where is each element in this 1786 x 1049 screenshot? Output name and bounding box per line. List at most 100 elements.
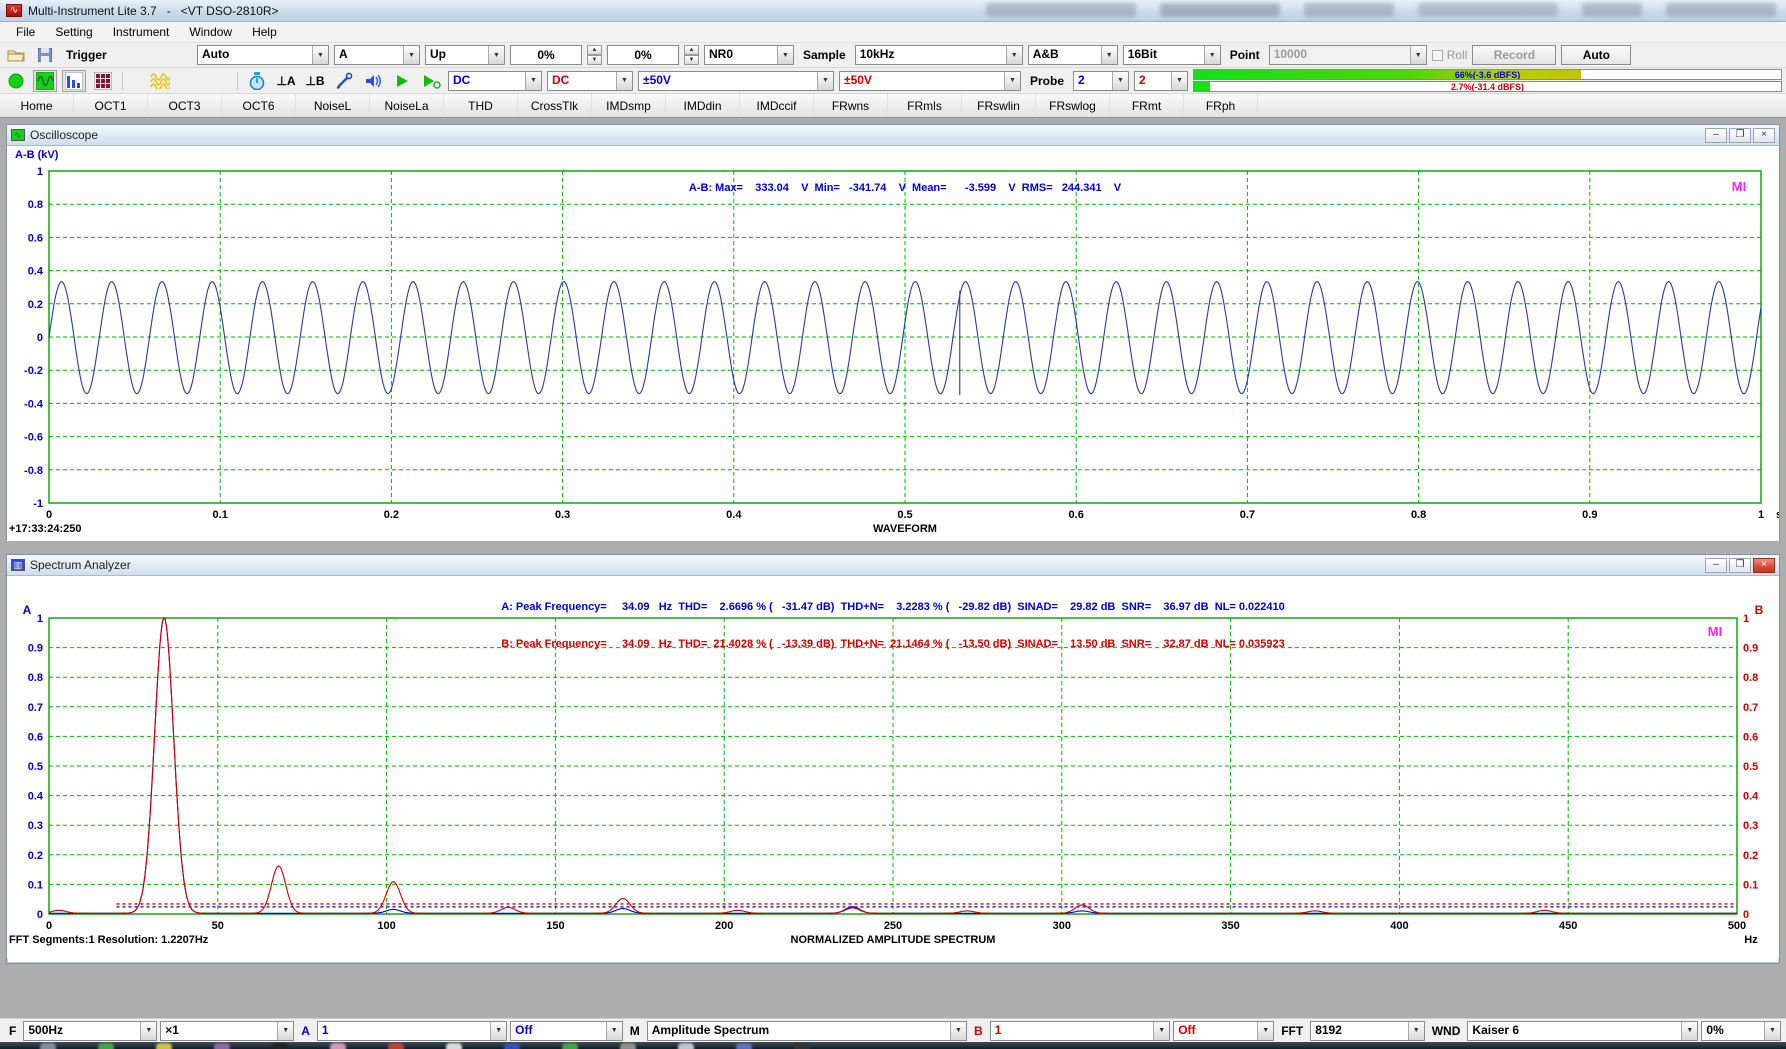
restore-button[interactable]: ❐ xyxy=(1729,128,1751,143)
dropdown-arrow-icon[interactable]: ▼ xyxy=(1764,1022,1780,1040)
taskbar-icon[interactable] xyxy=(98,1043,114,1049)
dropdown-arrow-icon[interactable]: ▼ xyxy=(1257,1022,1273,1040)
taskbar-icon[interactable] xyxy=(794,1043,810,1049)
dropdown-arrow-icon[interactable]: ▼ xyxy=(817,72,833,90)
sample-rate-combo[interactable]: 10kHz▼ xyxy=(855,45,1023,65)
signal-generator-button[interactable] xyxy=(148,70,172,92)
data-logger-button[interactable] xyxy=(91,70,115,92)
oscilloscope-button[interactable] xyxy=(33,70,57,92)
probe-a-combo[interactable]: 2▼ xyxy=(1073,71,1129,91)
b-filter-combo[interactable]: Off▼ xyxy=(1173,1021,1274,1041)
tab-frswlog[interactable]: FRswlog xyxy=(1036,94,1110,117)
waveform-plot[interactable]: 10.80.60.40.20-0.2-0.4-0.6-0.8-100.10.20… xyxy=(7,163,1779,538)
taskbar-icon[interactable] xyxy=(40,1043,56,1049)
spin-up-icon[interactable]: ▲ xyxy=(684,45,699,55)
channels-combo[interactable]: A&B▼ xyxy=(1028,45,1118,65)
tab-frmt[interactable]: FRmt xyxy=(1110,94,1184,117)
sound-output-button[interactable] xyxy=(361,70,385,92)
taskbar-icon[interactable] xyxy=(678,1043,694,1049)
trigger-delay-field[interactable]: 0% xyxy=(607,45,679,65)
range-a-combo[interactable]: ±50V▼ xyxy=(638,71,834,91)
close-button[interactable]: × xyxy=(1753,558,1775,573)
trigger-edge-combo[interactable]: Up▼ xyxy=(425,45,505,65)
dropdown-arrow-icon[interactable]: ▼ xyxy=(490,1022,506,1040)
tab-home[interactable]: Home xyxy=(0,94,74,117)
dropdown-arrow-icon[interactable]: ▼ xyxy=(1681,1022,1697,1040)
fft-size-combo[interactable]: 8192▼ xyxy=(1310,1021,1425,1041)
run-indicator[interactable] xyxy=(4,70,28,92)
dropdown-arrow-icon[interactable]: ▼ xyxy=(488,46,504,64)
open-file-button[interactable] xyxy=(4,44,28,66)
dropdown-arrow-icon[interactable]: ▼ xyxy=(1153,1022,1169,1040)
tab-imddin[interactable]: IMDdin xyxy=(666,94,740,117)
menu-window[interactable]: Window xyxy=(179,23,242,41)
taskbar-icon[interactable] xyxy=(330,1043,346,1049)
spin-down-icon[interactable]: ▼ xyxy=(684,55,699,65)
hold-run-button[interactable] xyxy=(245,70,269,92)
taskbar-icon[interactable] xyxy=(504,1043,520,1049)
trigger-level-spinner[interactable]: ▲▼ xyxy=(587,45,602,65)
menu-file[interactable]: File xyxy=(6,23,45,41)
dropdown-arrow-icon[interactable]: ▼ xyxy=(777,46,793,64)
coupling-a-combo[interactable]: DC▼ xyxy=(448,71,542,91)
dropdown-arrow-icon[interactable]: ▼ xyxy=(277,1022,293,1040)
taskbar-icon[interactable] xyxy=(562,1043,578,1049)
auto-setup-button[interactable]: Auto xyxy=(1561,45,1631,65)
spectrum-title-bar[interactable]: ▥ Spectrum Analyzer – ❐ × xyxy=(7,555,1779,576)
minimize-button[interactable]: – xyxy=(1705,128,1727,143)
restore-button[interactable]: ❐ xyxy=(1729,558,1751,573)
tab-imdccif[interactable]: IMDccif xyxy=(740,94,814,117)
tab-noisel[interactable]: NoiseL xyxy=(296,94,370,117)
menu-setting[interactable]: Setting xyxy=(45,23,102,41)
dropdown-arrow-icon[interactable]: ▼ xyxy=(403,46,419,64)
dropdown-arrow-icon[interactable]: ▼ xyxy=(616,72,632,90)
dropdown-arrow-icon[interactable]: ▼ xyxy=(1408,1022,1424,1040)
frequency-combo[interactable]: 500Hz▼ xyxy=(23,1021,157,1041)
menu-instrument[interactable]: Instrument xyxy=(103,23,180,41)
trigger-source-combo[interactable]: A▼ xyxy=(334,45,420,65)
dropdown-arrow-icon[interactable]: ▼ xyxy=(525,72,541,90)
tab-frph[interactable]: FRph xyxy=(1184,94,1258,117)
noise-rejection-combo[interactable]: NR0▼ xyxy=(704,45,794,65)
dropdown-arrow-icon[interactable]: ▼ xyxy=(606,1022,622,1040)
tab-oct6[interactable]: OCT6 xyxy=(222,94,296,117)
close-button[interactable]: × xyxy=(1753,128,1775,143)
tab-oct1[interactable]: OCT1 xyxy=(74,94,148,117)
play-button[interactable] xyxy=(390,70,414,92)
trigger-level-field[interactable]: 0% xyxy=(510,45,582,65)
taskbar-icon[interactable] xyxy=(446,1043,462,1049)
bit-depth-combo[interactable]: 16Bit▼ xyxy=(1123,45,1221,65)
taskbar-icon[interactable] xyxy=(388,1043,404,1049)
b-value-combo[interactable]: 1▼ xyxy=(990,1021,1171,1041)
taskbar-icon[interactable] xyxy=(736,1043,752,1049)
taskbar-icon[interactable] xyxy=(272,1043,288,1049)
dropdown-arrow-icon[interactable]: ▼ xyxy=(950,1022,966,1040)
dropdown-arrow-icon[interactable]: ▼ xyxy=(140,1022,156,1040)
save-button[interactable] xyxy=(33,44,57,66)
trigger-delay-spinner[interactable]: ▲▼ xyxy=(684,45,699,65)
title-bar[interactable]: ∿ Multi-Instrument Lite 3.7 - <VT DSO-28… xyxy=(0,0,1786,22)
tab-crosstlk[interactable]: CrossTlk xyxy=(518,94,592,117)
tab-oct3[interactable]: OCT3 xyxy=(148,94,222,117)
probe-a-button[interactable]: ⊥A xyxy=(274,70,298,92)
dropdown-arrow-icon[interactable]: ▼ xyxy=(1006,46,1022,64)
coupling-b-combo[interactable]: DC▼ xyxy=(547,71,633,91)
taskbar-icon[interactable] xyxy=(214,1043,230,1049)
oscilloscope-title-bar[interactable]: ∿ Oscilloscope – ❐ × xyxy=(7,125,1779,146)
multiplier-combo[interactable]: ×1▼ xyxy=(160,1021,294,1041)
spin-up-icon[interactable]: ▲ xyxy=(587,45,602,55)
tab-imdsmp[interactable]: IMDsmp xyxy=(592,94,666,117)
a-filter-combo[interactable]: Off▼ xyxy=(510,1021,623,1041)
tab-frswlin[interactable]: FRswlin xyxy=(962,94,1036,117)
tab-frmls[interactable]: FRmls xyxy=(888,94,962,117)
spectrum-analyzer-button[interactable] xyxy=(62,70,86,92)
calibration-button[interactable] xyxy=(332,70,356,92)
window-function-combo[interactable]: Kaiser 6▼ xyxy=(1467,1021,1698,1041)
tab-thd[interactable]: THD xyxy=(444,94,518,117)
taskbar-icon[interactable] xyxy=(156,1043,172,1049)
play-record-button[interactable] xyxy=(419,70,443,92)
a-value-combo[interactable]: 1▼ xyxy=(317,1021,507,1041)
dropdown-arrow-icon[interactable]: ▼ xyxy=(1171,72,1187,90)
menu-help[interactable]: Help xyxy=(242,23,287,41)
spin-down-icon[interactable]: ▼ xyxy=(587,55,602,65)
